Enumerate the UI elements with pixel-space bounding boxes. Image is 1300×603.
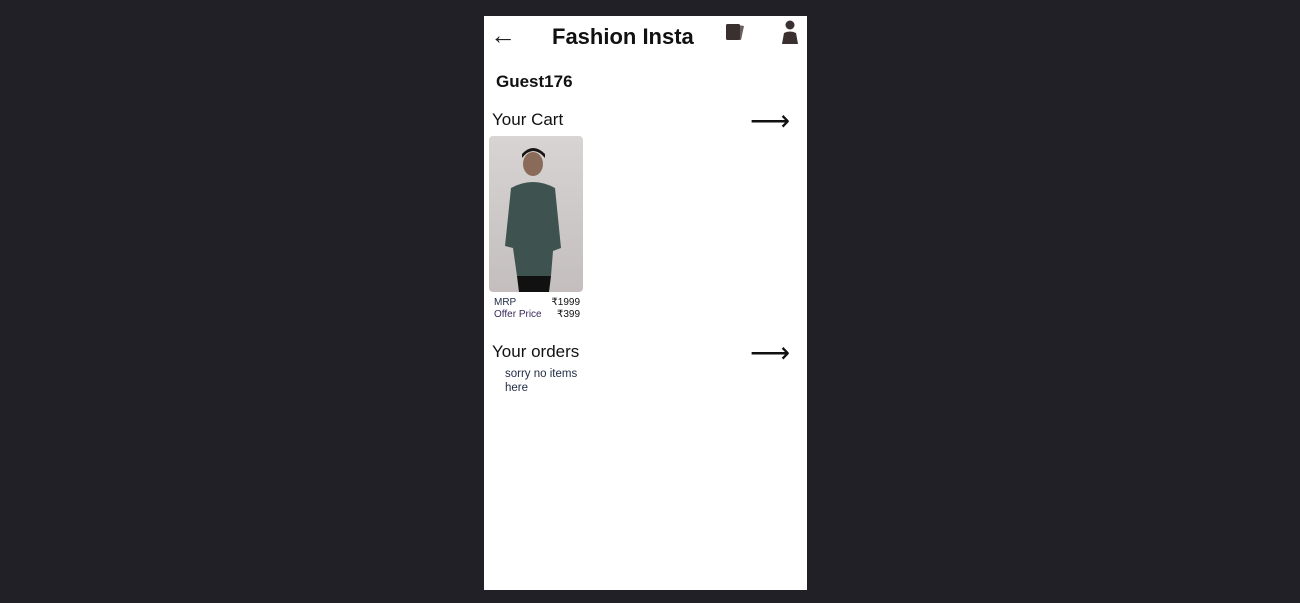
cards-icon[interactable] xyxy=(726,23,746,41)
offer-value: ₹399 xyxy=(556,309,580,320)
orders-title: Your orders xyxy=(492,342,580,361)
mrp-label: MRP xyxy=(494,297,517,308)
cart-title: Your Cart xyxy=(492,110,564,129)
arrow-right-icon[interactable]: ⟶ xyxy=(750,107,790,135)
orders-empty-message: sorry no items here xyxy=(505,368,578,394)
arrow-left-icon[interactable]: ← xyxy=(490,22,516,48)
cart-item-image[interactable] xyxy=(489,136,583,292)
person-icon[interactable] xyxy=(780,20,800,46)
mrp-value: ₹1999 xyxy=(551,297,580,308)
mrp-row: MRP ₹1999 xyxy=(494,297,580,308)
offer-label: Offer Price xyxy=(494,309,542,320)
arrow-right-icon[interactable]: ⟶ xyxy=(750,339,790,367)
app-screen: ← Fashion Insta Guest176 Your Cart ⟶ MRP… xyxy=(484,16,807,590)
header: ← Fashion Insta xyxy=(484,16,807,58)
app-title: Fashion Insta xyxy=(552,24,694,49)
offer-row: Offer Price ₹399 xyxy=(494,309,580,320)
username: Guest176 xyxy=(496,72,573,91)
product-photo xyxy=(505,148,561,292)
